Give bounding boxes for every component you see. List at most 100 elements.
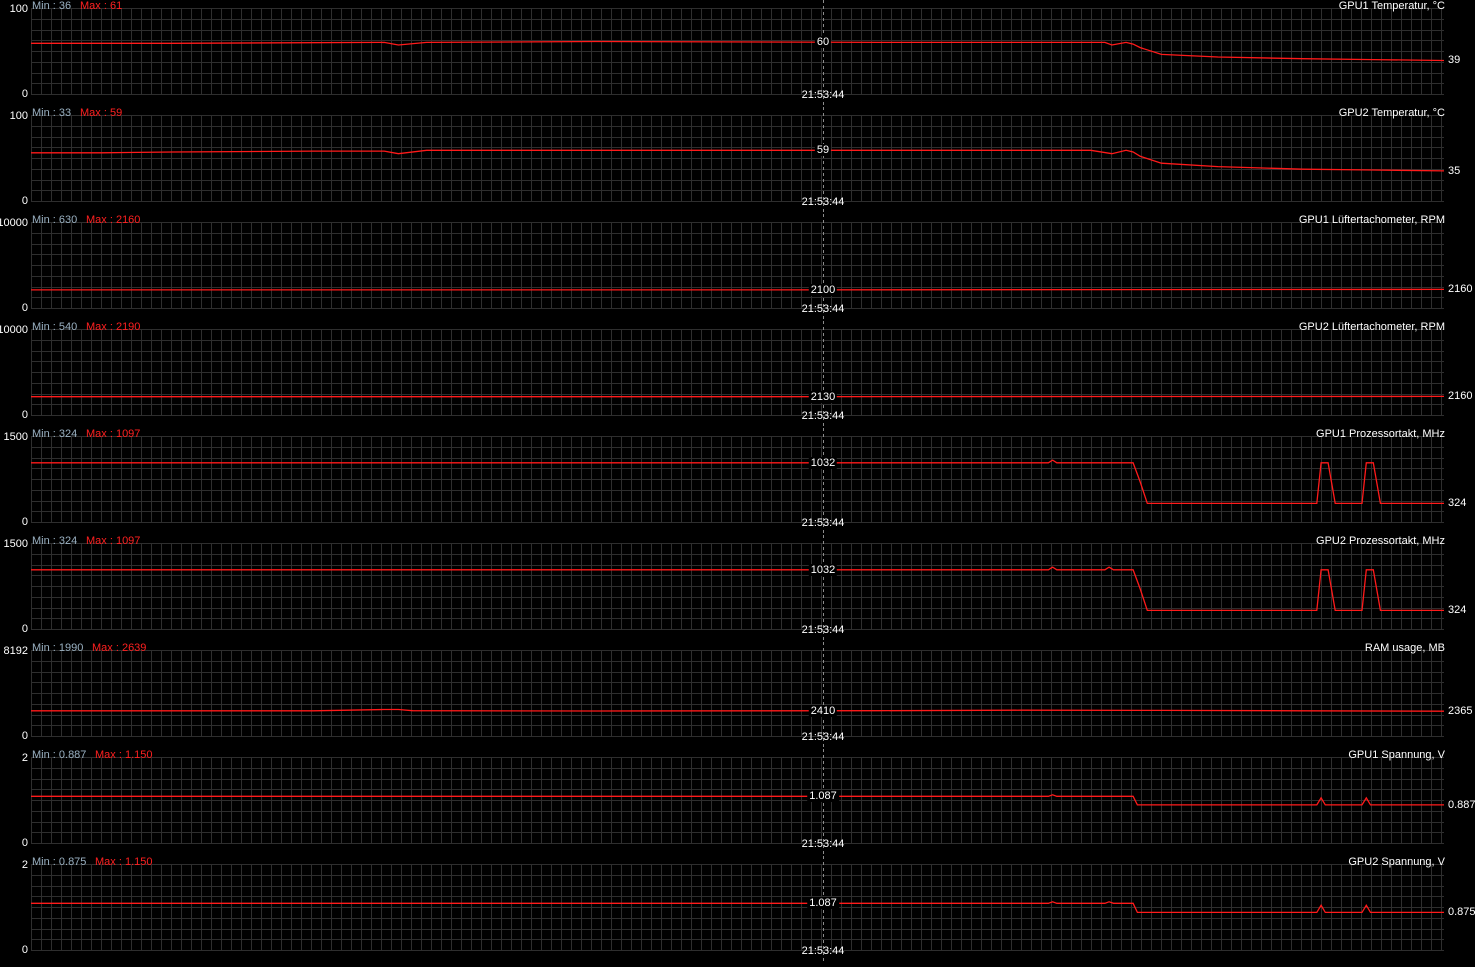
y-tick-label: 0	[21, 88, 28, 100]
cursor-value: 60	[814, 36, 832, 48]
y-tick-label: 2	[21, 752, 28, 764]
graph-plot	[31, 0, 1445, 107]
cursor-time: 21:53:44	[801, 838, 845, 850]
cursor-time: 21:53:44	[801, 303, 845, 315]
series-line	[31, 149, 1445, 172]
current-value: 2160	[1448, 390, 1473, 402]
graph-plot	[31, 214, 1445, 321]
current-value: 35	[1448, 165, 1461, 177]
graph-panel: Min : 1990 Max : 2639 RAM usage, MB 8192 0 24…	[0, 642, 1475, 749]
max-label: Max : 2160	[86, 214, 141, 226]
y-tick-label: 1500	[3, 431, 28, 443]
graph-panel: Min : 33 Max : 59 GPU2 Temperatur, °C 100 0 5…	[0, 107, 1475, 214]
grid	[31, 650, 1444, 737]
grid	[31, 329, 1444, 416]
max-label: Max : 1097	[86, 535, 141, 547]
graph-plot	[31, 321, 1445, 428]
min-label: Min : 36	[32, 0, 72, 12]
series-line	[31, 708, 1445, 712]
cursor-time: 21:53:44	[801, 89, 845, 101]
min-label: Min : 540	[32, 321, 78, 333]
graph-plot	[31, 107, 1445, 214]
cursor-value: 59	[814, 144, 832, 156]
min-label: Min : 0.887	[32, 749, 87, 761]
hardware-monitor: Min : 36 Max : 61 GPU1 Temperatur, °C 100 0 6…	[0, 0, 1475, 967]
cursor-value: 1.087	[807, 790, 839, 802]
min-label: Min : 630	[32, 214, 78, 226]
grid	[31, 864, 1444, 951]
grid	[31, 222, 1444, 309]
y-tick-label: 8192	[3, 645, 28, 657]
cursor-time: 21:53:44	[801, 196, 845, 208]
graph-plot	[31, 428, 1444, 535]
graph-plot	[31, 535, 1444, 642]
grid	[31, 8, 1444, 95]
graph-title: GPU1 Spannung, V	[1348, 749, 1445, 761]
graph-title: GPU2 Spannung, V	[1348, 856, 1445, 868]
y-tick-label: 10000	[0, 217, 28, 229]
graph-title: GPU2 Temperatur, °C	[1338, 107, 1445, 119]
cursor-value: 2100	[808, 284, 838, 296]
graph-plot	[31, 856, 1444, 963]
graph-title: GPU2 Lüftertachometer, RPM	[1298, 321, 1445, 333]
current-value: 0.887	[1448, 799, 1475, 811]
max-label: Max : 2190	[86, 321, 141, 333]
cursor-time: 21:53:44	[801, 945, 845, 957]
y-tick-label: 10000	[0, 324, 28, 336]
series-line	[31, 794, 1444, 806]
graph-title: GPU1 Lüftertachometer, RPM	[1298, 214, 1445, 226]
graph-title: GPU2 Prozessortakt, MHz	[1316, 535, 1445, 547]
cursor-time: 21:53:44	[801, 731, 845, 743]
graph-title: GPU1 Temperatur, °C	[1338, 0, 1445, 12]
cursor-time: 21:53:44	[801, 517, 845, 529]
graph-title: RAM usage, MB	[1364, 642, 1445, 654]
grid	[31, 436, 1444, 523]
current-value: 324	[1448, 604, 1467, 616]
graph-panel: Min : 0.887 Max : 1.150 GPU1 Spannung, V 2 0…	[0, 749, 1475, 856]
cursor-value: 2130	[808, 391, 838, 403]
y-tick-label: 100	[9, 110, 28, 122]
graph-plot	[31, 749, 1444, 856]
grid	[31, 757, 1444, 844]
max-label: Max : 61	[80, 0, 123, 12]
series-line	[31, 459, 1444, 505]
graph-plot	[31, 642, 1445, 749]
y-tick-label: 100	[9, 3, 28, 15]
graph-panel: Min : 630 Max : 2160 GPU1 Lüftertachometer…	[0, 214, 1475, 321]
cursor-value: 2410	[808, 705, 838, 717]
grid	[31, 115, 1444, 202]
series-line	[31, 566, 1444, 612]
min-label: Min : 33	[32, 107, 72, 119]
y-tick-label: 0	[21, 195, 28, 207]
graph-panel: Min : 540 Max : 2190 GPU2 Lüftertachometer…	[0, 321, 1475, 428]
y-tick-label: 1500	[3, 538, 28, 550]
cursor-time: 21:53:44	[801, 410, 845, 422]
series-line	[31, 288, 1445, 291]
current-value: 39	[1448, 54, 1461, 66]
max-label: Max : 1.150	[95, 749, 153, 761]
min-label: Min : 0.875	[32, 856, 87, 868]
max-label: Max : 1.150	[95, 856, 153, 868]
graph-panel: Min : 0.875 Max : 1.150 GPU2 Spannung, V 2 0…	[0, 856, 1475, 963]
graph-title: GPU1 Prozessortakt, MHz	[1316, 428, 1445, 440]
max-label: Max : 1097	[86, 428, 141, 440]
min-label: Min : 324	[32, 428, 78, 440]
y-tick-label: 0	[21, 409, 28, 421]
min-label: Min : 1990	[32, 642, 84, 654]
graph-panel: Min : 36 Max : 61 GPU1 Temperatur, °C 100 0 6…	[0, 0, 1475, 107]
current-value: 2365	[1448, 705, 1473, 717]
cursor-value: 1.087	[807, 897, 839, 909]
y-tick-label: 0	[21, 837, 28, 849]
graph-panel: Min : 324 Max : 1097 GPU2 Prozessortakt, M…	[0, 535, 1475, 642]
y-tick-label: 2	[21, 859, 28, 871]
min-label: Min : 324	[32, 535, 78, 547]
y-tick-label: 0	[21, 516, 28, 528]
cursor-value: 1032	[808, 457, 838, 469]
current-value: 0.875	[1448, 906, 1475, 918]
max-label: Max : 59	[80, 107, 123, 119]
y-tick-label: 0	[21, 730, 28, 742]
grid	[31, 543, 1444, 630]
y-tick-label: 0	[21, 623, 28, 635]
graph-panel: Min : 324 Max : 1097 GPU1 Prozessortakt, M…	[0, 428, 1475, 535]
y-tick-label: 0	[21, 302, 28, 314]
